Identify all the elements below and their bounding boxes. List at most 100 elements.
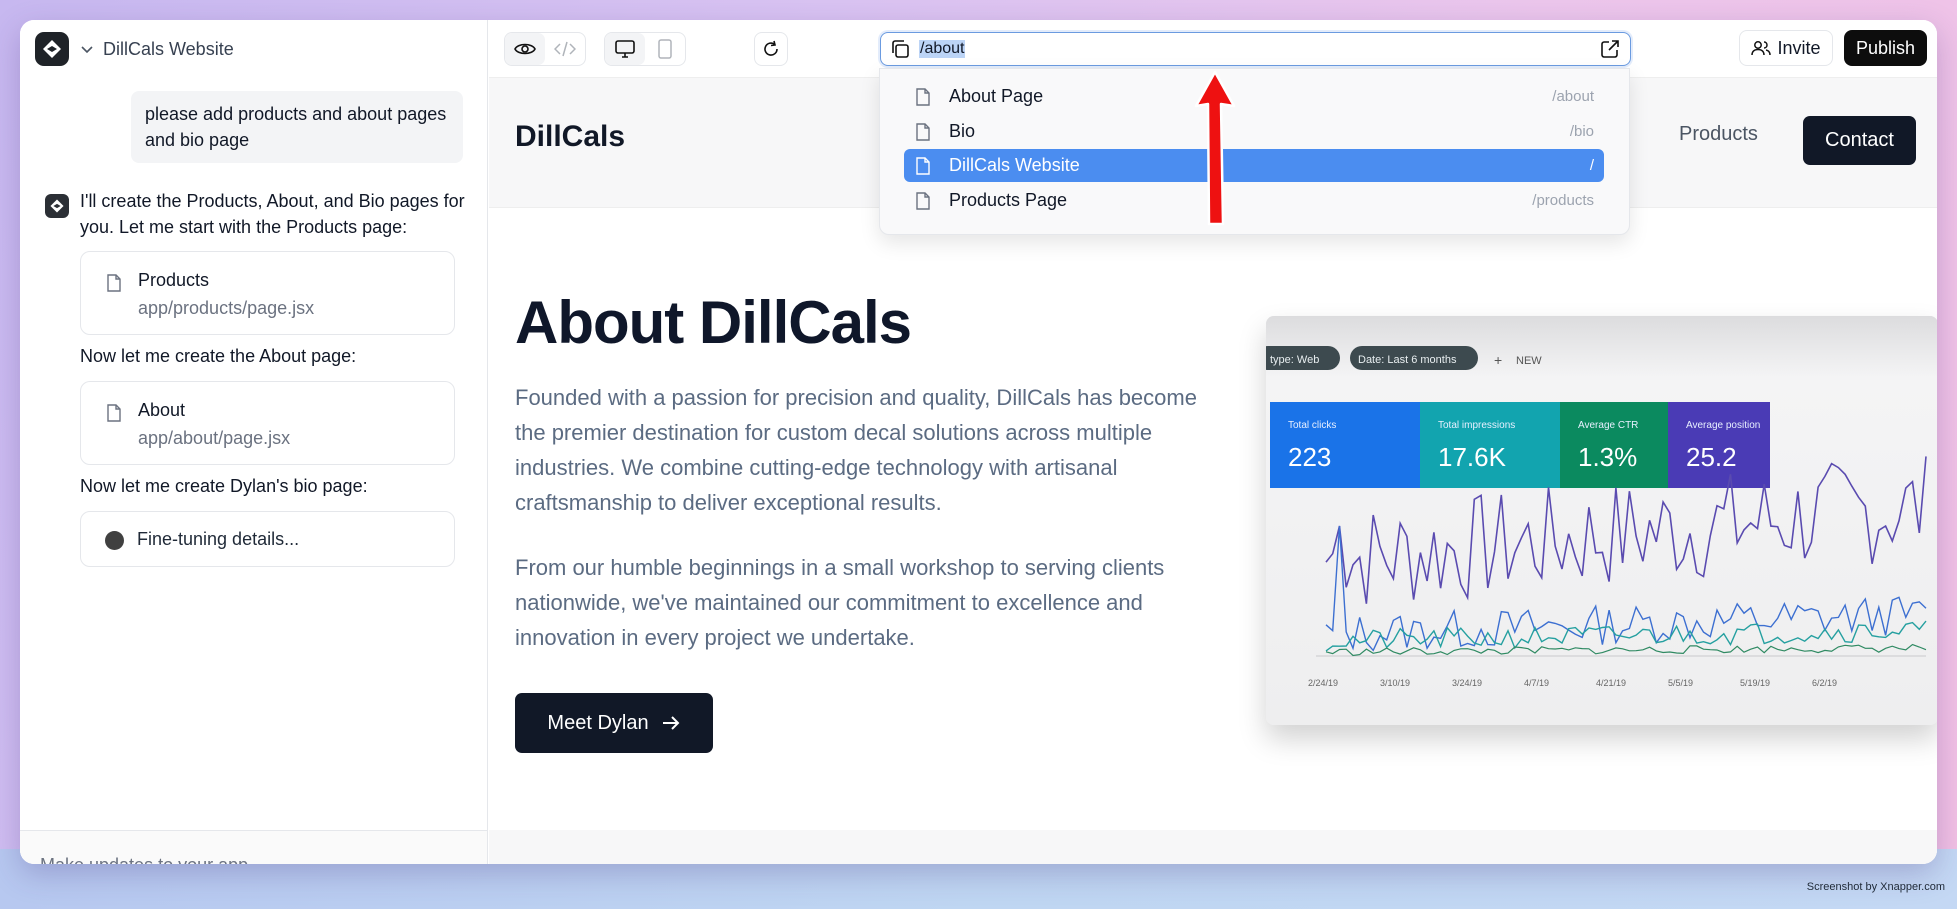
- app-logo-icon[interactable]: [35, 32, 69, 66]
- chart-date-label: 4/7/19: [1524, 678, 1549, 688]
- annotation-arrow-icon: [1194, 70, 1236, 226]
- device-toggle: [604, 32, 686, 66]
- chip-type: type: Web: [1270, 354, 1319, 366]
- chart-date-label: 3/10/19: [1380, 678, 1410, 688]
- metric-label: Total impressions: [1438, 420, 1515, 431]
- dropdown-item-bio[interactable]: Bio /bio: [904, 115, 1604, 148]
- metric-value: 17.6K: [1438, 442, 1507, 472]
- file-name: About: [138, 400, 186, 420]
- nav-products-link[interactable]: Products: [1679, 123, 1758, 146]
- page-dropdown: About Page /about Bio /bio DillCals Webs…: [879, 68, 1630, 235]
- eye-icon: [514, 43, 536, 55]
- metric-value: 223: [1288, 442, 1331, 472]
- desktop-view-button[interactable]: [605, 33, 645, 65]
- project-header: DillCals Website: [20, 20, 487, 78]
- file-icon: [107, 274, 121, 292]
- copy-icon[interactable]: [890, 39, 910, 59]
- dropdown-item-path: /about: [1552, 88, 1594, 105]
- metric-tile: Total clicks 223: [1270, 402, 1420, 488]
- external-link-icon[interactable]: [1600, 39, 1620, 59]
- url-value[interactable]: /about: [919, 40, 966, 58]
- app-window: DillCals Website please add products and…: [20, 20, 1937, 864]
- chart-date-label: 4/21/19: [1596, 678, 1626, 688]
- chat-input-placeholder: Make updates to your app: [40, 855, 248, 864]
- dropdown-item-about[interactable]: About Page /about: [904, 80, 1604, 113]
- file-icon: [916, 123, 930, 141]
- url-input[interactable]: /about: [880, 32, 1631, 66]
- publish-button[interactable]: Publish: [1844, 30, 1927, 66]
- view-mode-toggle: [504, 32, 586, 66]
- file-card-about[interactable]: About app/about/page.jsx: [80, 381, 455, 465]
- assistant-line-about: Now let me create the About page:: [80, 346, 357, 366]
- refresh-button[interactable]: [754, 32, 788, 66]
- dropdown-item-path: /bio: [1569, 123, 1594, 140]
- metric-tile: Average CTR 1.3%: [1560, 402, 1668, 488]
- chevron-down-icon[interactable]: [79, 41, 95, 57]
- progress-card: Fine-tuning details...: [80, 511, 455, 567]
- chart-date-label: 5/5/19: [1668, 678, 1693, 688]
- assistant-text: I'll create the Products, About, and Bio…: [80, 191, 465, 237]
- file-path: app/products/page.jsx: [138, 298, 315, 318]
- file-card-products[interactable]: Products app/products/page.jsx: [80, 251, 455, 335]
- analytics-photo-svg: type: Web Date: Last 6 months + NEW Tota…: [1266, 316, 1937, 725]
- chart-date-label: 5/19/19: [1740, 678, 1770, 688]
- chart-date-label: 2/24/19: [1308, 678, 1338, 688]
- screenshot-credit: Screenshot by Xnapper.com: [1806, 881, 1945, 893]
- user-message: please add products and about pages and …: [131, 91, 463, 163]
- invite-label: Invite: [1777, 37, 1821, 58]
- users-icon: [1751, 41, 1772, 56]
- phone-icon: [658, 39, 672, 59]
- about-paragraph-2: From our humble beginnings in a small wo…: [515, 555, 1165, 650]
- dropdown-item-label: Bio: [949, 121, 976, 141]
- file-icon: [916, 157, 930, 175]
- arrow-right-icon: [662, 716, 679, 730]
- dropdown-item-home[interactable]: DillCals Website /: [904, 149, 1604, 182]
- file-icon: [916, 192, 930, 210]
- mobile-view-button[interactable]: [645, 33, 685, 65]
- progress-text: Fine-tuning details...: [137, 529, 300, 549]
- metric-tile: Average position 25.2: [1668, 402, 1770, 488]
- dropdown-item-products[interactable]: Products Page /products: [904, 184, 1604, 217]
- monitor-icon: [615, 40, 635, 58]
- plus-icon: +: [1494, 352, 1502, 368]
- chart-date-label: 3/24/19: [1452, 678, 1482, 688]
- file-icon: [916, 88, 930, 106]
- metric-value: 25.2: [1686, 442, 1737, 472]
- assistant-avatar-icon: [45, 194, 69, 218]
- metric-label: Total clicks: [1288, 420, 1336, 431]
- preview-mode-button[interactable]: [505, 33, 545, 65]
- preview-panel: /about Invite Publish DillCals Products …: [489, 20, 1937, 864]
- refresh-icon: [764, 40, 778, 56]
- chat-input[interactable]: Make updates to your app: [20, 830, 487, 864]
- assistant-line-bio: Now let me create Dylan's bio page:: [80, 476, 368, 496]
- new-label: NEW: [1516, 355, 1542, 367]
- dropdown-item-label: About Page: [949, 86, 1044, 106]
- analytics-photo: type: Web Date: Last 6 months + NEW Tota…: [1266, 316, 1937, 725]
- invite-button[interactable]: Invite: [1739, 30, 1833, 66]
- metric-label: Average position: [1686, 420, 1760, 431]
- site-footer-strip: [489, 830, 1937, 864]
- site-brand[interactable]: DillCals: [515, 120, 625, 154]
- metric-label: Average CTR: [1578, 420, 1638, 431]
- file-icon: [107, 404, 121, 422]
- chat-panel: DillCals Website please add products and…: [20, 20, 488, 864]
- project-title[interactable]: DillCals Website: [103, 39, 234, 60]
- dropdown-item-label: DillCals Website: [949, 155, 1080, 175]
- assistant-message: I'll create the Products, About, and Bio…: [45, 188, 475, 240]
- file-name: Products: [138, 270, 210, 290]
- dropdown-item-label: Products Page: [949, 190, 1068, 210]
- page-title: About DillCals: [515, 289, 912, 356]
- about-paragraph-1: Founded with a passion for precision and…: [515, 385, 1197, 515]
- chart-date-label: 6/2/19: [1812, 678, 1837, 688]
- file-path: app/about/page.jsx: [138, 428, 291, 448]
- meet-dylan-button[interactable]: Meet Dylan: [515, 693, 713, 753]
- progress-indicator-icon: [105, 531, 124, 550]
- code-mode-button[interactable]: [545, 33, 585, 65]
- chip-date: Date: Last 6 months: [1358, 354, 1457, 366]
- dropdown-item-path: /: [1589, 157, 1594, 174]
- dropdown-item-path: /products: [1532, 192, 1594, 209]
- nav-contact-button[interactable]: Contact: [1803, 116, 1916, 165]
- code-icon: [554, 41, 576, 57]
- meet-dylan-label: Meet Dylan: [547, 711, 649, 734]
- metric-tile: Total impressions 17.6K: [1420, 402, 1560, 488]
